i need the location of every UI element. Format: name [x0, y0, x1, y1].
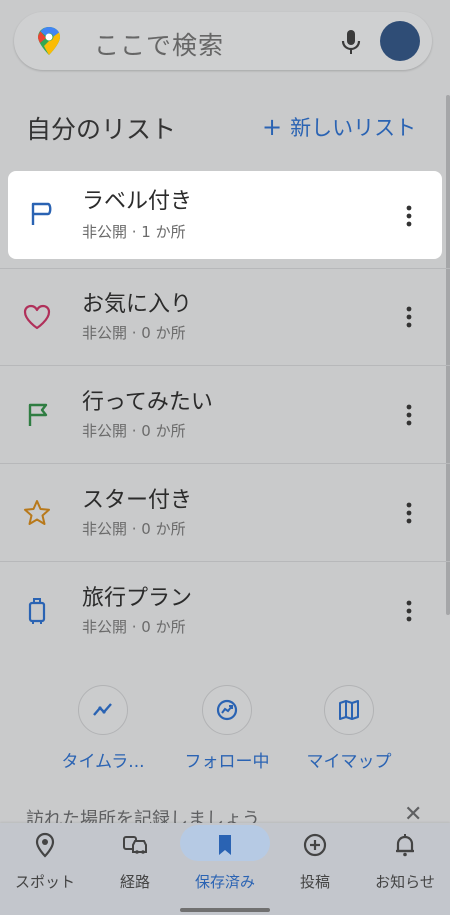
- shortcut-label: タイムラ...: [61, 752, 145, 772]
- list-subtitle: 非公開 · 0 か所: [82, 324, 186, 342]
- pin-icon: [35, 832, 55, 858]
- saved-screen: ここで検索 自分のリスト + 新しいリスト ラベル付き 非公開 · 1 か所 お…: [0, 0, 450, 915]
- microphone-icon[interactable]: [340, 28, 362, 56]
- avatar[interactable]: [380, 21, 420, 61]
- home-indicator: [180, 908, 270, 912]
- nav-label: 経路: [119, 873, 150, 891]
- following-button[interactable]: [202, 685, 252, 735]
- following-shortcut[interactable]: フォロー中: [172, 685, 282, 772]
- list-item[interactable]: お気に入り 非公開 · 0 か所: [0, 270, 450, 364]
- list-title: 旅行プラン: [82, 586, 193, 611]
- suitcase-icon: [28, 598, 46, 624]
- list-subtitle: 非公開 · 1 か所: [82, 223, 186, 241]
- shortcut-label: マイマップ: [306, 752, 392, 772]
- list-title: ラベル付き: [82, 189, 193, 214]
- heart-icon: [23, 304, 51, 330]
- nav-label: 保存済み: [194, 873, 255, 891]
- more-vert-icon[interactable]: [402, 201, 416, 231]
- divider: [0, 268, 450, 269]
- nav-label: 投稿: [299, 873, 330, 891]
- bottom-navigation: スポット 経路 保存済み 投稿 お知らせ: [0, 823, 450, 915]
- commute-icon: [123, 836, 147, 854]
- new-list-button[interactable]: + 新しいリスト: [262, 112, 416, 142]
- following-icon: [216, 699, 238, 721]
- star-icon: [24, 500, 50, 525]
- timeline-icon: [93, 703, 112, 716]
- new-list-label: 新しいリスト: [290, 116, 417, 140]
- more-vert-icon[interactable]: [402, 302, 416, 332]
- list-subtitle: 非公開 · 0 か所: [82, 422, 186, 440]
- map-icon: [339, 700, 359, 720]
- flag-icon: [28, 403, 48, 426]
- search-bar[interactable]: ここで検索: [14, 12, 432, 70]
- section-title: 自分のリスト: [26, 115, 177, 144]
- list-subtitle: 非公開 · 0 か所: [82, 520, 186, 538]
- search-input[interactable]: ここで検索: [94, 26, 224, 62]
- mymaps-shortcut[interactable]: マイマップ: [294, 685, 404, 772]
- list-title: スター付き: [82, 488, 193, 513]
- more-vert-icon[interactable]: [402, 596, 416, 626]
- bell-icon: [396, 834, 414, 857]
- nav-label: お知らせ: [375, 873, 435, 891]
- list-title: お気に入り: [82, 292, 193, 317]
- timeline-button[interactable]: [78, 685, 128, 735]
- add-circle-icon: [303, 833, 327, 857]
- list-item[interactable]: 行ってみたい 非公開 · 0 か所: [0, 368, 450, 462]
- list-item[interactable]: ラベル付き 非公開 · 1 か所: [8, 171, 442, 259]
- more-vert-icon[interactable]: [402, 400, 416, 430]
- google-maps-logo-icon: [38, 27, 60, 55]
- divider: [0, 365, 450, 366]
- list-title: 行ってみたい: [82, 390, 213, 415]
- shortcut-label: フォロー中: [184, 752, 270, 772]
- list-item[interactable]: スター付き 非公開 · 0 か所: [0, 466, 450, 560]
- more-vert-icon[interactable]: [402, 498, 416, 528]
- mymaps-button[interactable]: [324, 685, 374, 735]
- divider: [0, 463, 450, 464]
- plus-icon: +: [262, 113, 283, 141]
- nav-label: スポット: [14, 873, 75, 891]
- bookmark-icon: [219, 835, 231, 855]
- label-flag-icon: [31, 202, 52, 225]
- timeline-shortcut[interactable]: タイムラ...: [48, 685, 158, 772]
- list-subtitle: 非公開 · 0 か所: [82, 618, 186, 636]
- divider: [0, 561, 450, 562]
- list-item[interactable]: 旅行プラン 非公開 · 0 か所: [0, 564, 450, 658]
